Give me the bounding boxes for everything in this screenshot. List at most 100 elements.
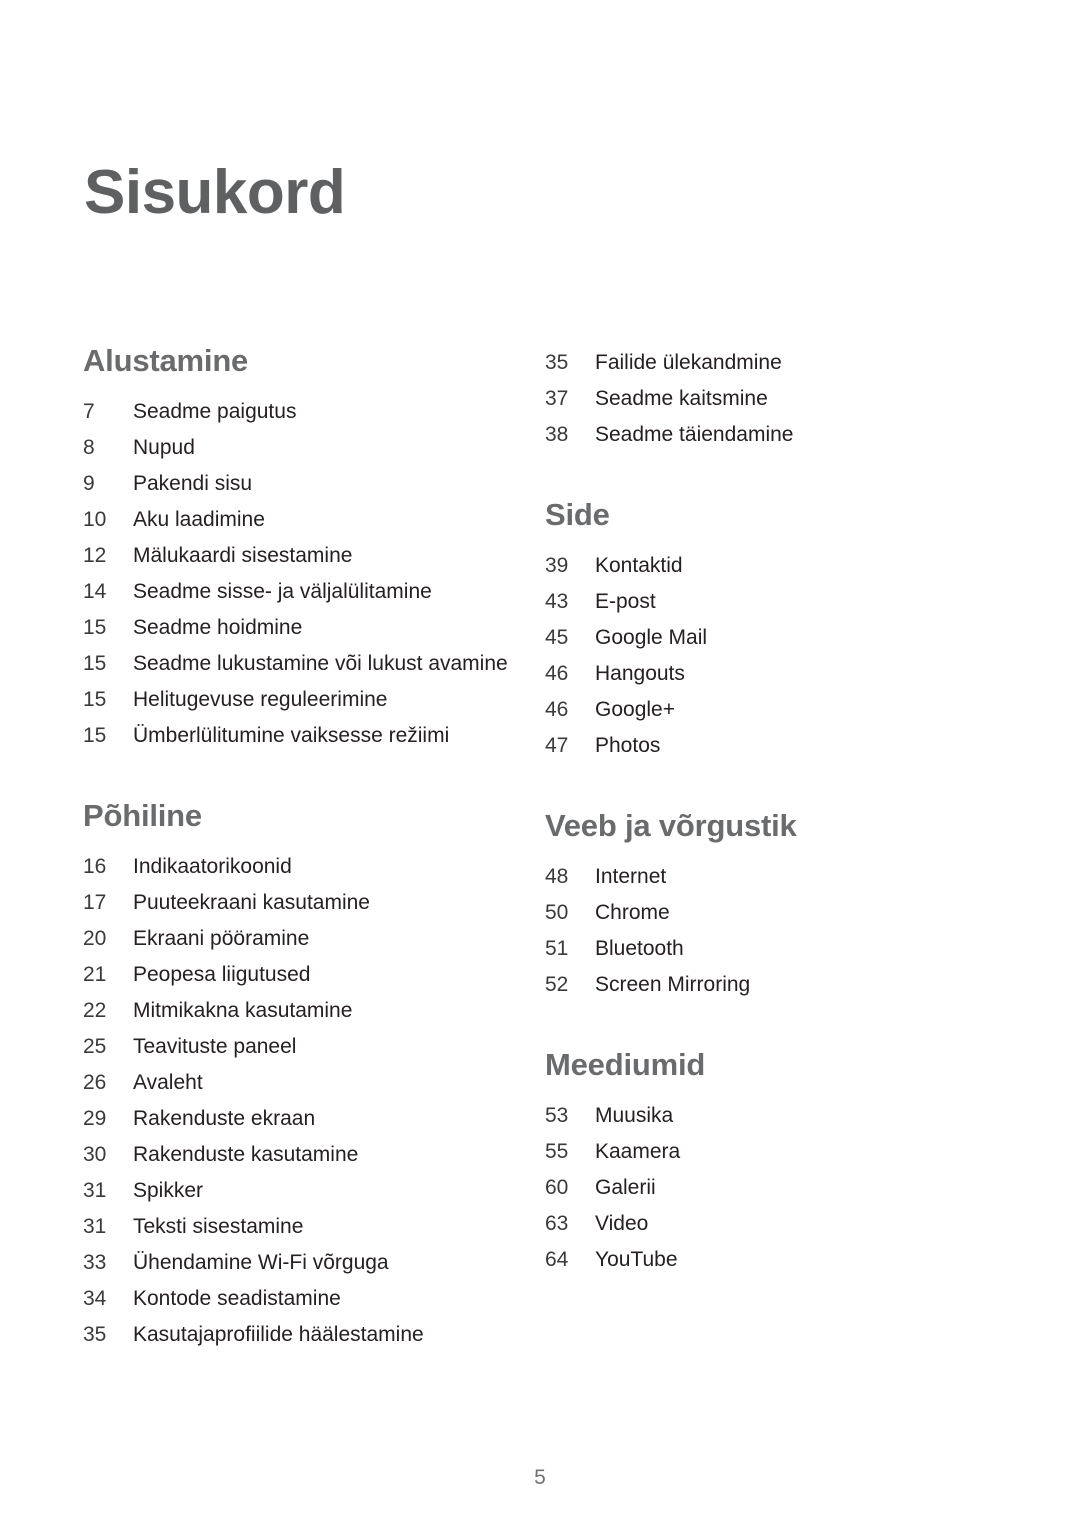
toc-entry[interactable]: 46 Google+ bbox=[545, 692, 960, 728]
toc-entry-page-number: 64 bbox=[545, 1248, 569, 1271]
toc-entry[interactable]: 29 Rakenduste ekraan bbox=[83, 1101, 480, 1137]
toc-entry[interactable]: 31 Spikker bbox=[83, 1173, 480, 1209]
toc-entry[interactable]: 34 Kontode seadistamine bbox=[83, 1281, 480, 1317]
toc-entry-label: Galerii bbox=[595, 1176, 656, 1199]
toc-entry[interactable]: 25 Teavituste paneel bbox=[83, 1029, 480, 1065]
toc-entry-label: Internet bbox=[595, 865, 667, 888]
toc-entry-page-number: 15 bbox=[83, 616, 107, 639]
toc-entry[interactable]: 15 Seadme hoidmine bbox=[83, 610, 480, 646]
section-heading: Alustamine bbox=[83, 343, 249, 378]
toc-entry[interactable]: 30 Rakenduste kasutamine bbox=[83, 1137, 480, 1173]
toc-section-alustamine: Alustamine 7 Seadme paigutus 8 Nupud 9 Pakendi… bbox=[83, 343, 508, 754]
toc-entry-page-number: 29 bbox=[83, 1107, 107, 1130]
toc-entry[interactable]: 39 Kontaktid bbox=[545, 548, 960, 584]
toc-entry[interactable]: 37 Seadme kaitsmine bbox=[545, 381, 960, 417]
toc-entry[interactable]: 16 Indikaatorikoonid bbox=[83, 849, 480, 885]
toc-entry-label: Avaleht bbox=[133, 1071, 203, 1094]
toc-entry-page-number: 48 bbox=[545, 865, 569, 888]
toc-entry-label: Ümberlülitumine vaiksesse režiimi bbox=[133, 724, 450, 747]
toc-entry-page-number: 21 bbox=[83, 963, 107, 986]
toc-entry-label: Peopesa liigutused bbox=[133, 963, 311, 986]
section-heading: Side bbox=[545, 497, 610, 532]
toc-entry-page-number: 52 bbox=[545, 973, 569, 996]
toc-entry[interactable]: 9 Pakendi sisu bbox=[83, 466, 480, 502]
toc-section-veeb-ja-v-rgustik: Veeb ja võrgustik 48 Internet 50 Chrome 51 Blu… bbox=[545, 810, 960, 1003]
toc-page: Sisukord Alustamine 7 Seadme paigutus 8 Nupu… bbox=[0, 0, 1080, 1527]
toc-columns: Alustamine 7 Seadme paigutus 8 Nupud 9 Pakendi… bbox=[0, 345, 1080, 1353]
toc-entry[interactable]: 17 Puuteekraani kasutamine bbox=[83, 885, 480, 921]
toc-entry-page-number: 46 bbox=[545, 662, 569, 685]
toc-entry-label: Google Mail bbox=[595, 626, 708, 649]
toc-entry-page-number: 8 bbox=[83, 436, 95, 459]
toc-entry[interactable]: 60 Galerii bbox=[545, 1170, 960, 1206]
toc-entry[interactable]: 35 Kasutajaprofiilide häälestamine bbox=[83, 1317, 480, 1353]
toc-entry[interactable]: 51 Bluetooth bbox=[545, 931, 960, 967]
toc-entry-label: Helitugevuse reguleerimine bbox=[133, 688, 388, 711]
toc-entry-label: Mitmikakna kasutamine bbox=[133, 999, 353, 1022]
toc-entry[interactable]: 64 YouTube bbox=[545, 1242, 960, 1278]
toc-entry-label: Kontaktid bbox=[595, 554, 683, 577]
toc-entry[interactable]: 53 Muusika bbox=[545, 1098, 960, 1134]
toc-entry-page-number: 63 bbox=[545, 1212, 569, 1235]
toc-entry-page-number: 15 bbox=[83, 652, 107, 675]
toc-entry-page-number: 50 bbox=[545, 901, 569, 924]
toc-entry[interactable]: 12 Mälukaardi sisestamine bbox=[83, 538, 480, 574]
toc-entry-page-number: 26 bbox=[83, 1071, 107, 1094]
toc-list: 35 Failide ülekandmine 37 Seadme kaitsmine 3… bbox=[545, 345, 960, 453]
toc-entry[interactable]: 63 Video bbox=[545, 1206, 960, 1242]
toc-entry-page-number: 47 bbox=[545, 734, 569, 757]
toc-entry-page-number: 51 bbox=[545, 937, 569, 960]
toc-entry[interactable]: 50 Chrome bbox=[545, 895, 960, 931]
toc-list: 16 Indikaatorikoonid 17 Puuteekraani kasuta… bbox=[83, 849, 480, 1353]
toc-entry-page-number: 35 bbox=[83, 1323, 107, 1346]
toc-entry-label: Failide ülekandmine bbox=[595, 351, 782, 374]
toc-entry[interactable]: 15 Ümberlülitumine vaiksesse režiimi bbox=[83, 718, 480, 754]
toc-entry[interactable]: 33 Ühendamine Wi-Fi võrguga bbox=[83, 1245, 480, 1281]
toc-entry[interactable]: 10 Aku laadimine bbox=[83, 502, 480, 538]
toc-entry-label: Seadme lukustamine või lukust avamine bbox=[133, 652, 508, 675]
footer-page-number: 5 bbox=[534, 1466, 546, 1489]
toc-entry-page-number: 25 bbox=[83, 1035, 107, 1058]
toc-entry-label: Hangouts bbox=[595, 662, 685, 685]
toc-entry-label: Nupud bbox=[133, 436, 195, 459]
toc-section-continued: 35 Failide ülekandmine 37 Seadme kaitsmine 3… bbox=[545, 345, 960, 453]
section-heading: Põhiline bbox=[83, 798, 202, 833]
toc-entry[interactable]: 8 Nupud bbox=[83, 430, 480, 466]
toc-entry[interactable]: 52 Screen Mirroring bbox=[545, 967, 960, 1003]
toc-entry-label: Kontode seadistamine bbox=[133, 1287, 341, 1310]
toc-entry[interactable]: 20 Ekraani pööramine bbox=[83, 921, 480, 957]
toc-entry-label: Kasutajaprofiilide häälestamine bbox=[133, 1323, 424, 1346]
toc-entry[interactable]: 15 Helitugevuse reguleerimine bbox=[83, 682, 480, 718]
toc-entry[interactable]: 7 Seadme paigutus bbox=[83, 394, 480, 430]
toc-section-side: Side 39 Kontaktid 43 E-post 45 Google Mail 46 Ha… bbox=[545, 499, 960, 764]
toc-entry[interactable]: 38 Seadme täiendamine bbox=[545, 417, 960, 453]
toc-entry-page-number: 22 bbox=[83, 999, 107, 1022]
toc-entry-label: Spikker bbox=[133, 1179, 204, 1202]
toc-entry[interactable]: 15 Seadme lukustamine või lukust avamine bbox=[83, 646, 508, 682]
toc-entry[interactable]: 43 E-post bbox=[545, 584, 960, 620]
toc-entry-label: YouTube bbox=[595, 1248, 678, 1271]
toc-entry-label: E-post bbox=[595, 590, 656, 613]
toc-entry-page-number: 33 bbox=[83, 1251, 107, 1274]
toc-entry[interactable]: 31 Teksti sisestamine bbox=[83, 1209, 480, 1245]
toc-entry[interactable]: 48 Internet bbox=[545, 859, 960, 895]
toc-entry[interactable]: 45 Google Mail bbox=[545, 620, 960, 656]
toc-entry[interactable]: 26 Avaleht bbox=[83, 1065, 480, 1101]
toc-entry-label: Indikaatorikoonid bbox=[133, 855, 292, 878]
toc-entry-label: Teavituste paneel bbox=[133, 1035, 297, 1058]
toc-entry[interactable]: 47 Photos bbox=[545, 728, 960, 764]
toc-entry[interactable]: 22 Mitmikakna kasutamine bbox=[83, 993, 480, 1029]
toc-list: 53 Muusika 55 Kaamera 60 Galerii 63 Video 64 YouT… bbox=[545, 1098, 960, 1278]
toc-entry[interactable]: 21 Peopesa liigutused bbox=[83, 957, 480, 993]
toc-entry[interactable]: 46 Hangouts bbox=[545, 656, 960, 692]
page-title: Sisukord bbox=[84, 157, 346, 227]
toc-section-meediumid: Meediumid 53 Muusika 55 Kaamera 60 Galerii 63 Vi… bbox=[545, 1049, 960, 1278]
toc-entry[interactable]: 35 Failide ülekandmine bbox=[545, 345, 960, 381]
toc-entry-page-number: 38 bbox=[545, 423, 569, 446]
toc-column-left: Alustamine 7 Seadme paigutus 8 Nupud 9 Pakendi… bbox=[0, 343, 508, 1353]
toc-entry-page-number: 7 bbox=[83, 400, 95, 423]
toc-entry[interactable]: 55 Kaamera bbox=[545, 1134, 960, 1170]
toc-entry-page-number: 20 bbox=[83, 927, 107, 950]
toc-entry[interactable]: 14 Seadme sisse- ja väljalülitamine bbox=[83, 574, 480, 610]
toc-entry-page-number: 12 bbox=[83, 544, 107, 567]
